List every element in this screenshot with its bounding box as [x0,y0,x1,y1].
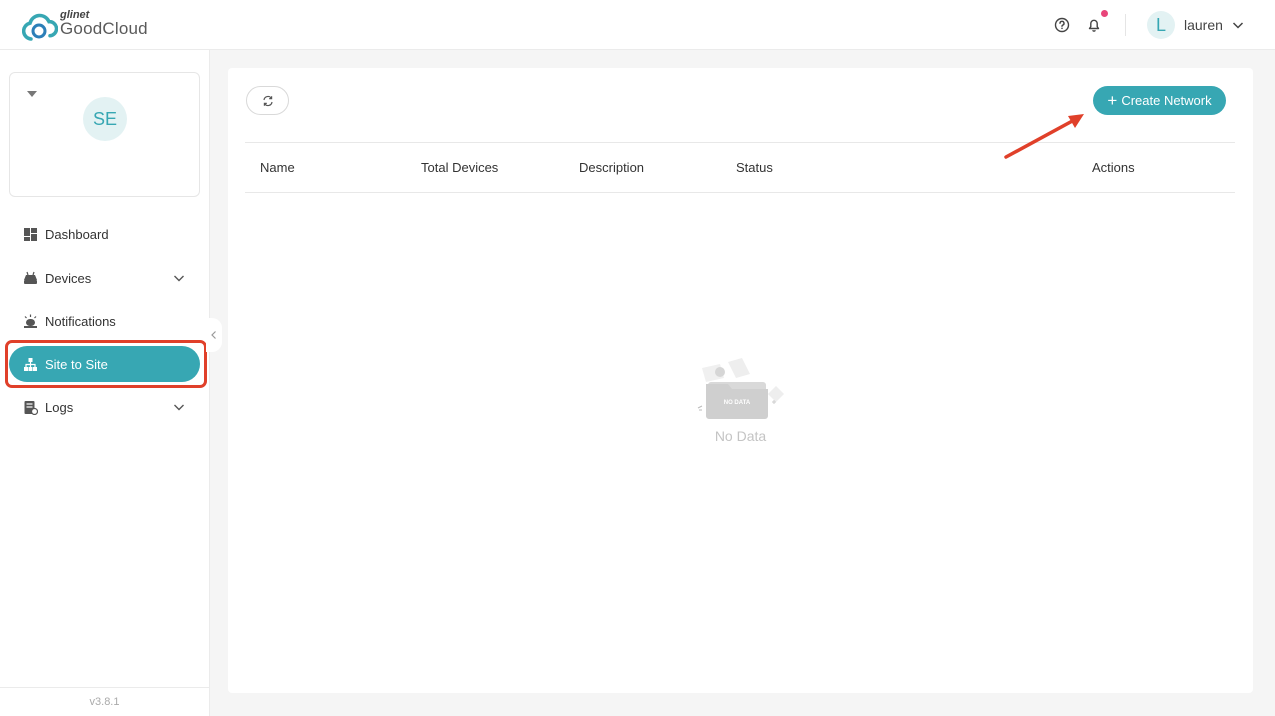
empty-state: NO DATA No Data [688,358,793,448]
chevron-down-icon [174,404,184,411]
user-menu[interactable]: L lauren [1147,11,1245,39]
top-header: glinet GoodCloud L lauren [0,0,1275,50]
column-header-status[interactable]: Status [736,160,773,175]
sidebar-item-label: Devices [45,270,92,286]
no-data-text: No Data [714,428,767,444]
sidebar-item-logs[interactable]: Logs [9,389,200,425]
header-divider [1125,14,1126,36]
user-avatar: L [1147,11,1175,39]
caret-down-icon[interactable] [27,91,37,97]
sidebar-item-dashboard[interactable]: Dashboard [9,216,200,252]
version-label: v3.8.1 [0,687,209,716]
help-icon[interactable] [1052,15,1072,35]
sidebar: SE Dashboard Devices Notifications Site … [0,50,210,716]
cloud-logo-icon [22,13,58,41]
refresh-icon [262,95,273,106]
sidebar-item-notifications[interactable]: Notifications [9,303,200,339]
no-data-badge: NO DATA [724,400,751,406]
column-header-actions[interactable]: Actions [1092,160,1135,175]
no-data-icon: NO DATA [697,358,784,419]
refresh-button[interactable] [246,86,289,115]
chevron-left-icon [211,331,216,339]
create-network-label: Create Network [1121,93,1212,108]
devices-icon [24,271,37,284]
column-header-description[interactable]: Description [579,160,644,175]
annotation-highlight-box [5,340,207,388]
goodcloud-logo[interactable]: glinet GoodCloud [22,9,162,43]
sidebar-collapse-toggle[interactable] [206,318,222,352]
organization-card: SE [9,72,200,197]
brand-name: GoodCloud [60,19,148,38]
notifications-icon [24,314,37,328]
user-name: lauren [1184,17,1223,33]
chevron-down-icon [1232,22,1243,29]
dashboard-icon [24,227,37,241]
main-panel: + Create Network Name Total Devices Desc… [228,68,1253,693]
sidebar-item-label: Dashboard [45,226,109,242]
sidebar-item-label: Logs [45,399,74,415]
organization-avatar: SE [83,97,127,141]
sidebar-item-label: Notifications [45,313,116,329]
chevron-down-icon [174,275,184,282]
annotation-arrow-icon [1004,114,1084,159]
create-network-button[interactable]: + Create Network [1093,86,1226,115]
plus-icon: + [1107,91,1118,110]
notification-dot [1101,10,1108,17]
bell-icon[interactable] [1084,15,1104,35]
column-header-total-devices[interactable]: Total Devices [421,160,498,175]
logs-icon [24,400,38,415]
sidebar-item-devices[interactable]: Devices [9,260,200,296]
column-header-name[interactable]: Name [260,160,295,175]
